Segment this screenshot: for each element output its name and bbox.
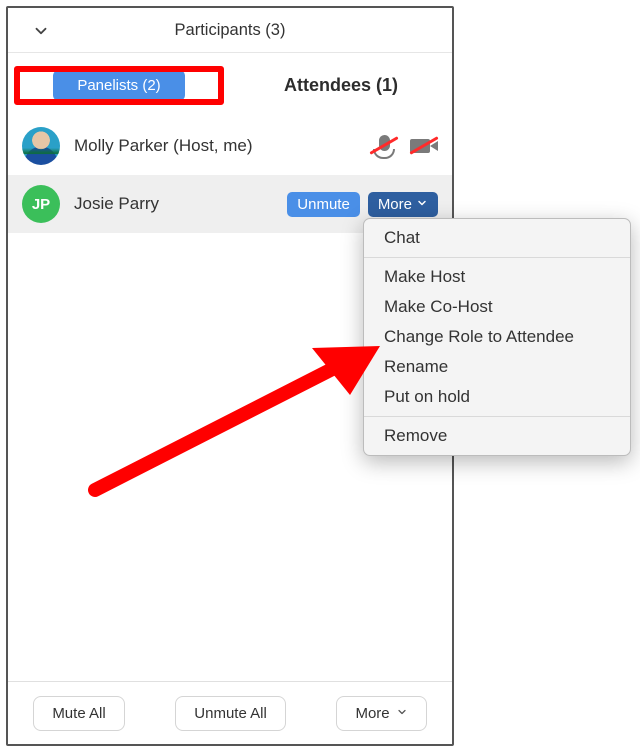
participant-name: Molly Parker (Host, me) xyxy=(74,136,370,156)
footer-more-label: More xyxy=(355,705,389,722)
stage: Participants (3) Panelists (2) Attendees… xyxy=(0,0,640,752)
menu-item-make-host[interactable]: Make Host xyxy=(364,262,630,292)
menu-item-chat[interactable]: Chat xyxy=(364,223,630,253)
menu-item-change-role[interactable]: Change Role to Attendee xyxy=(364,322,630,352)
tab-attendees[interactable]: Attendees (1) xyxy=(230,75,452,96)
tab-attendees-label: Attendees (1) xyxy=(284,75,398,96)
avatar xyxy=(22,127,60,165)
camera-off-icon xyxy=(410,135,438,157)
tabs: Panelists (2) Attendees (1) xyxy=(8,53,452,117)
annotation-highlight-box xyxy=(14,66,224,105)
footer-more-button[interactable]: More xyxy=(336,696,426,731)
participant-row[interactable]: Molly Parker (Host, me) xyxy=(8,117,452,175)
collapse-icon[interactable] xyxy=(32,22,50,45)
avatar-initials: JP xyxy=(32,196,50,213)
chevron-down-icon xyxy=(416,196,428,213)
mute-all-button[interactable]: Mute All xyxy=(33,696,124,731)
more-dropdown-menu: Chat Make Host Make Co-Host Change Role … xyxy=(363,218,631,456)
mic-muted-icon xyxy=(370,135,398,157)
menu-separator xyxy=(364,416,630,417)
chevron-down-icon xyxy=(396,705,408,722)
more-button-label: More xyxy=(378,196,412,213)
menu-item-make-cohost[interactable]: Make Co-Host xyxy=(364,292,630,322)
panel-footer: Mute All Unmute All More xyxy=(8,681,452,744)
menu-separator xyxy=(364,257,630,258)
menu-item-rename[interactable]: Rename xyxy=(364,352,630,382)
unmute-all-button[interactable]: Unmute All xyxy=(175,696,286,731)
panel-header: Participants (3) xyxy=(8,8,452,53)
participant-list: Molly Parker (Host, me) JP Josie Parry xyxy=(8,117,452,233)
status-icons xyxy=(370,135,438,157)
unmute-button[interactable]: Unmute xyxy=(287,192,360,217)
mute-all-label: Mute All xyxy=(52,705,105,722)
row-action-buttons: Unmute More xyxy=(287,192,438,217)
unmute-button-label: Unmute xyxy=(297,196,350,213)
menu-item-remove[interactable]: Remove xyxy=(364,421,630,451)
panel-title: Participants (3) xyxy=(175,21,286,40)
participant-name: Josie Parry xyxy=(74,194,287,214)
avatar: JP xyxy=(22,185,60,223)
tab-panelists[interactable]: Panelists (2) xyxy=(8,64,230,107)
more-button[interactable]: More xyxy=(368,192,438,217)
unmute-all-label: Unmute All xyxy=(194,705,267,722)
menu-item-put-on-hold[interactable]: Put on hold xyxy=(364,382,630,412)
